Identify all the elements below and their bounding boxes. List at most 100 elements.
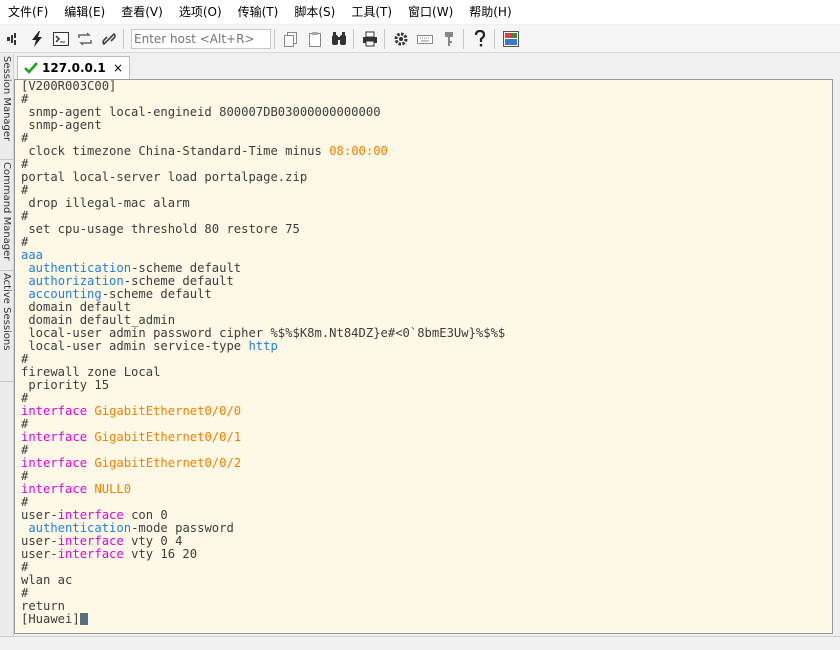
terminal-text: GigabitEthernet0/0/0 — [94, 404, 242, 418]
terminal-text: interface — [21, 430, 88, 444]
copy-icon[interactable] — [280, 28, 302, 50]
terminal-text: # — [21, 469, 29, 483]
settings-icon[interactable] — [390, 28, 412, 50]
terminal-text: set cpu-usage threshold 80 restore 75 — [21, 222, 300, 236]
terminal-text: user- — [21, 508, 58, 522]
terminal-text: return — [21, 599, 66, 613]
terminal-line: wlan ac — [21, 574, 505, 587]
terminal-text: local-user admin service-type — [21, 339, 249, 353]
terminal-text: drop illegal-mac alarm — [21, 196, 190, 210]
terminal-line: drop illegal-mac alarm — [21, 197, 505, 210]
key-icon[interactable] — [438, 28, 460, 50]
terminal-line: priority 15 — [21, 379, 505, 392]
print-icon[interactable] — [359, 28, 381, 50]
sftp-icon[interactable] — [500, 28, 522, 50]
host-input[interactable] — [131, 28, 271, 49]
terminal-text: domain default_admin — [21, 313, 176, 327]
menu-item[interactable]: 查看(V) — [113, 0, 171, 24]
side-tab-label: Active Sessions — [1, 273, 12, 351]
quick-connect-icon[interactable] — [26, 28, 48, 50]
terminal-line: local-user admin service-type http — [21, 340, 505, 353]
find-icon[interactable] — [328, 28, 350, 50]
side-tab-strip: Session Manager Command Manager Active S… — [0, 54, 14, 644]
terminal-text: 08:00:00 — [329, 144, 388, 158]
terminal-text: # — [21, 131, 29, 145]
terminal-text: priority 15 — [21, 378, 110, 392]
terminal-text: # — [21, 417, 29, 431]
terminal-text: -scheme default — [123, 274, 234, 288]
side-tab-active-sessions[interactable]: Active Sessions — [0, 271, 13, 382]
terminal-text: portal local-server load portalpage.zip — [21, 170, 308, 184]
terminal-text: [V200R003C00] — [21, 79, 117, 93]
terminal-text: interface — [21, 482, 88, 496]
menu-item[interactable]: 文件(F) — [0, 0, 56, 24]
side-tab-command-manager[interactable]: Command Manager — [0, 160, 13, 271]
terminal-text: clock timezone China-Standard-Time minus — [21, 144, 330, 158]
help-icon[interactable] — [469, 28, 491, 50]
terminal-text: http — [248, 339, 278, 353]
terminal-line: snmp-agent — [21, 119, 505, 132]
session-tab-bar: 127.0.0.1 × — [14, 54, 840, 79]
menu-item[interactable]: 窗口(W) — [400, 0, 461, 24]
terminal-text: [Huawei] — [21, 612, 80, 626]
terminal-text: authorization — [28, 274, 124, 288]
connect-icon[interactable] — [2, 28, 24, 50]
terminal-line: # — [21, 236, 505, 249]
menu-item[interactable]: 工具(T) — [343, 0, 400, 24]
keymap-icon[interactable] — [414, 28, 436, 50]
terminal-text: authentication — [28, 521, 132, 535]
terminal-text: vty 0 4 — [123, 534, 183, 548]
terminal-text: user- — [21, 547, 58, 561]
terminal-text: domain default — [21, 300, 132, 314]
menu-item[interactable]: 脚本(S) — [286, 0, 343, 24]
terminal-text: snmp-agent local-engineid 800007DB030000… — [21, 105, 381, 119]
terminal-text: accounting — [28, 287, 102, 301]
disconnect-icon[interactable] — [98, 28, 120, 50]
status-bar — [0, 636, 840, 650]
side-tab-label: Session Manager — [1, 56, 12, 142]
terminal-line: set cpu-usage threshold 80 restore 75 — [21, 223, 505, 236]
side-tab-session-manager[interactable]: Session Manager — [0, 54, 13, 160]
toolbar-separator — [463, 28, 464, 49]
terminal-line: user-interface vty 16 20 — [21, 548, 505, 561]
terminal-text: NULL0 — [94, 482, 132, 496]
terminal-line: clock timezone China-Standard-Time minus… — [21, 145, 505, 158]
menu-item[interactable]: 传输(T) — [230, 0, 287, 24]
terminal-text: # — [21, 443, 29, 457]
terminal-icon[interactable] — [50, 28, 72, 50]
terminal-line: [V200R003C00] — [21, 80, 505, 93]
terminal-text: -mode password — [131, 521, 234, 535]
terminal-text: # — [21, 391, 29, 405]
terminal-text: # — [21, 92, 29, 106]
terminal-text: # — [21, 157, 29, 171]
terminal-line: interface GigabitEthernet0/0/2 — [21, 457, 505, 470]
terminal-line: interface GigabitEthernet0/0/1 — [21, 431, 505, 444]
terminal-text: # — [21, 495, 29, 509]
terminal-text: interface — [57, 547, 124, 561]
terminal-text: user- — [21, 534, 58, 548]
terminal-line: interface GigabitEthernet0/0/0 — [21, 405, 505, 418]
terminal-text: interface — [21, 456, 88, 470]
terminal-line: interface NULL0 — [21, 483, 505, 496]
toolbar — [0, 25, 840, 53]
close-icon[interactable]: × — [113, 61, 123, 75]
terminal-text: # — [21, 235, 29, 249]
terminal-lines: [V200R003C00] # snmp-agent local-engineid… — [21, 80, 505, 626]
terminal-output[interactable]: [V200R003C00] # snmp-agent local-engineid… — [14, 79, 833, 634]
toolbar-separator — [353, 28, 354, 49]
terminal-text: snmp-agent — [21, 118, 102, 132]
menu-item[interactable]: 选项(O) — [171, 0, 230, 24]
terminal-text: interface — [57, 508, 124, 522]
session-tab[interactable]: 127.0.0.1 × — [17, 56, 130, 79]
terminal-line: # — [21, 587, 505, 600]
reconnect-icon[interactable] — [74, 28, 96, 50]
terminal-text: # — [21, 352, 29, 366]
paste-icon[interactable] — [304, 28, 326, 50]
tab-title: 127.0.0.1 — [42, 61, 106, 75]
menu-bar: 文件(F) 编辑(E) 查看(V) 选项(O) 传输(T) 脚本(S) 工具(T) 窗口(W)… — [0, 0, 840, 24]
menu-item[interactable]: 编辑(E) — [56, 0, 113, 24]
terminal-text: vty 16 20 — [123, 547, 198, 561]
terminal-text: -scheme default — [101, 287, 212, 301]
terminal-text: aaa — [21, 248, 44, 262]
menu-item[interactable]: 帮助(H) — [461, 0, 519, 24]
